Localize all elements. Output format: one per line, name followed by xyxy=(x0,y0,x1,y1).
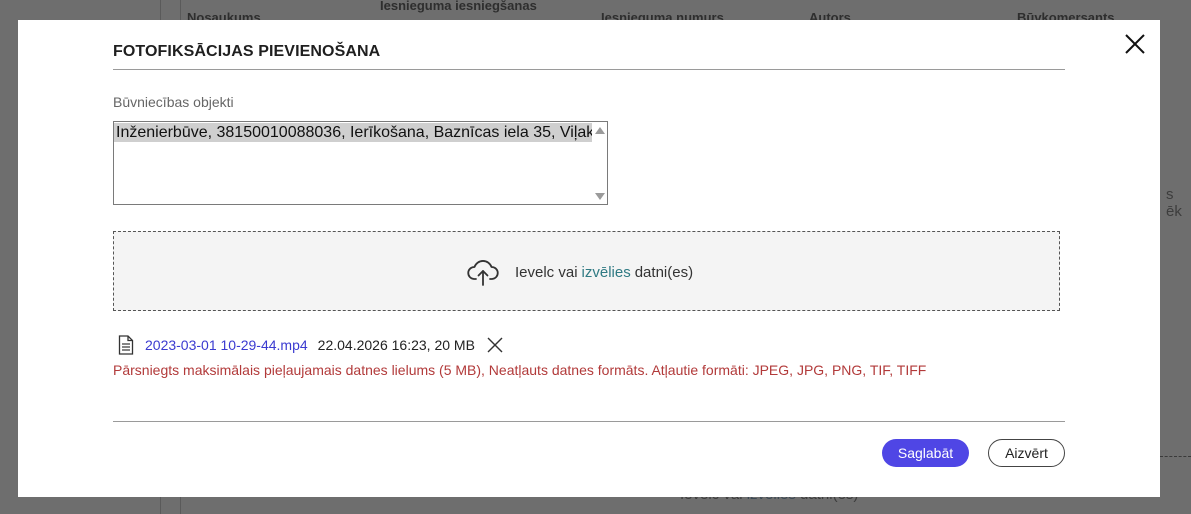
background-dropzone-edge xyxy=(1160,456,1191,457)
footer-divider xyxy=(113,421,1065,422)
file-name-link[interactable]: 2023-03-01 10-29-44.mp4 xyxy=(145,337,308,353)
dropzone-content: Ievelc vai izvēlies datni(es) xyxy=(467,256,697,288)
scroll-down-arrow-icon[interactable] xyxy=(595,193,605,200)
close-button[interactable]: Aizvērt xyxy=(988,439,1065,467)
background-column-header: Iesnieguma iesniegšanas xyxy=(380,0,537,13)
close-icon[interactable] xyxy=(1124,33,1146,55)
file-meta: 22.04.2026 16:23, 20 MB xyxy=(317,337,475,353)
uploaded-file-row: 2023-03-01 10-29-44.mp4 22.04.2026 16:23… xyxy=(118,333,503,357)
objects-option[interactable]: Inženierbūve, 38150010088036, Ierīkošana… xyxy=(114,123,592,142)
dropzone-suffix: datni(es) xyxy=(634,263,694,281)
upload-cloud-icon xyxy=(467,260,499,286)
remove-file-icon[interactable] xyxy=(487,337,503,353)
photo-upload-dialog: FOTOFIKSĀCIJAS PIEVIENOŠANA Būvniecības … xyxy=(18,20,1160,497)
objects-listbox[interactable]: Inženierbūve, 38150010088036, Ierīkošana… xyxy=(113,121,608,205)
save-button[interactable]: Saglabāt xyxy=(882,439,969,467)
dropzone-prefix: Ievelc vai xyxy=(515,263,578,281)
title-divider xyxy=(113,69,1065,70)
choose-file-link[interactable]: izvēlies xyxy=(582,264,631,281)
listbox-scrollbar[interactable] xyxy=(592,122,607,204)
scroll-up-arrow-icon[interactable] xyxy=(595,127,605,134)
file-error-message: Pārsniegts maksimālais pieļaujamais datn… xyxy=(113,362,927,378)
background-table-header: Nosaukums Iesnieguma iesniegšanas Iesnie… xyxy=(181,0,1191,25)
file-icon xyxy=(118,335,134,355)
file-dropzone[interactable]: Ievelc vai izvēlies datni(es) xyxy=(113,231,1060,311)
objects-label: Būvniecības objekti xyxy=(113,94,234,110)
dialog-title: FOTOFIKSĀCIJAS PIEVIENOŠANA xyxy=(113,43,381,60)
background-text-fragment: s ēk xyxy=(1166,186,1182,220)
